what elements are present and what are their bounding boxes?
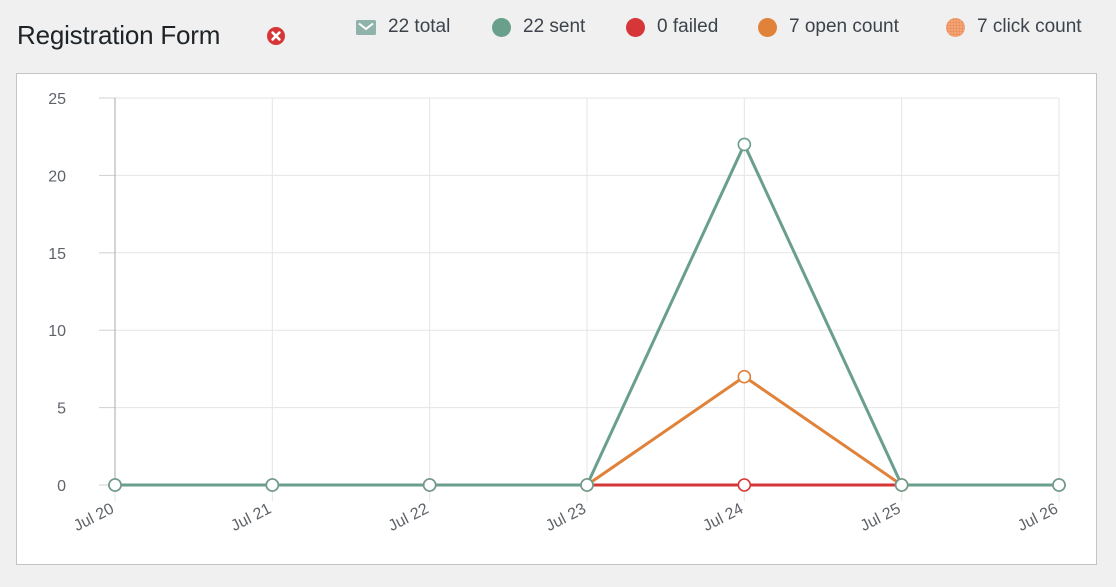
data-point-open-count[interactable] bbox=[737, 369, 752, 384]
line-chart: 0510152025 Jul 20 Jul 21 Jul 22 Jul 23 Jul 2… bbox=[48, 91, 1066, 535]
data-point-sent[interactable] bbox=[108, 478, 122, 492]
data-point-failed[interactable] bbox=[737, 478, 752, 492]
y-tick-label: 5 bbox=[57, 401, 66, 418]
x-tick-label: Jul 22 bbox=[386, 500, 432, 535]
data-point-sent[interactable] bbox=[422, 478, 437, 492]
y-tick-label: 15 bbox=[48, 246, 66, 263]
x-axis: Jul 20 Jul 21 Jul 22 Jul 23 Jul 24 Jul 25 Jul … bbox=[71, 485, 1061, 535]
x-tick-label: Jul 25 bbox=[858, 500, 904, 535]
data-point-sent[interactable] bbox=[894, 478, 909, 492]
data-point-sent[interactable] bbox=[737, 137, 752, 152]
x-tick-label: Jul 20 bbox=[71, 500, 117, 535]
grid-lines bbox=[115, 97, 1060, 486]
y-axis: 0 5 10 15 20 25 bbox=[48, 91, 116, 501]
y-tick-label: 20 bbox=[48, 168, 66, 185]
x-tick-label: Jul 24 bbox=[700, 500, 746, 535]
x-tick-label: Jul 26 bbox=[1015, 500, 1061, 535]
x-tick-label: Jul 23 bbox=[543, 500, 589, 535]
y-tick-label: 25 bbox=[48, 91, 66, 108]
data-point-sent[interactable] bbox=[265, 478, 280, 492]
y-tick-label: 0 bbox=[57, 478, 66, 495]
y-tick-label: 10 bbox=[48, 323, 66, 340]
data-point-sent[interactable] bbox=[580, 478, 594, 492]
x-tick-label: Jul 21 bbox=[228, 500, 274, 535]
data-point-sent[interactable] bbox=[1052, 478, 1066, 492]
